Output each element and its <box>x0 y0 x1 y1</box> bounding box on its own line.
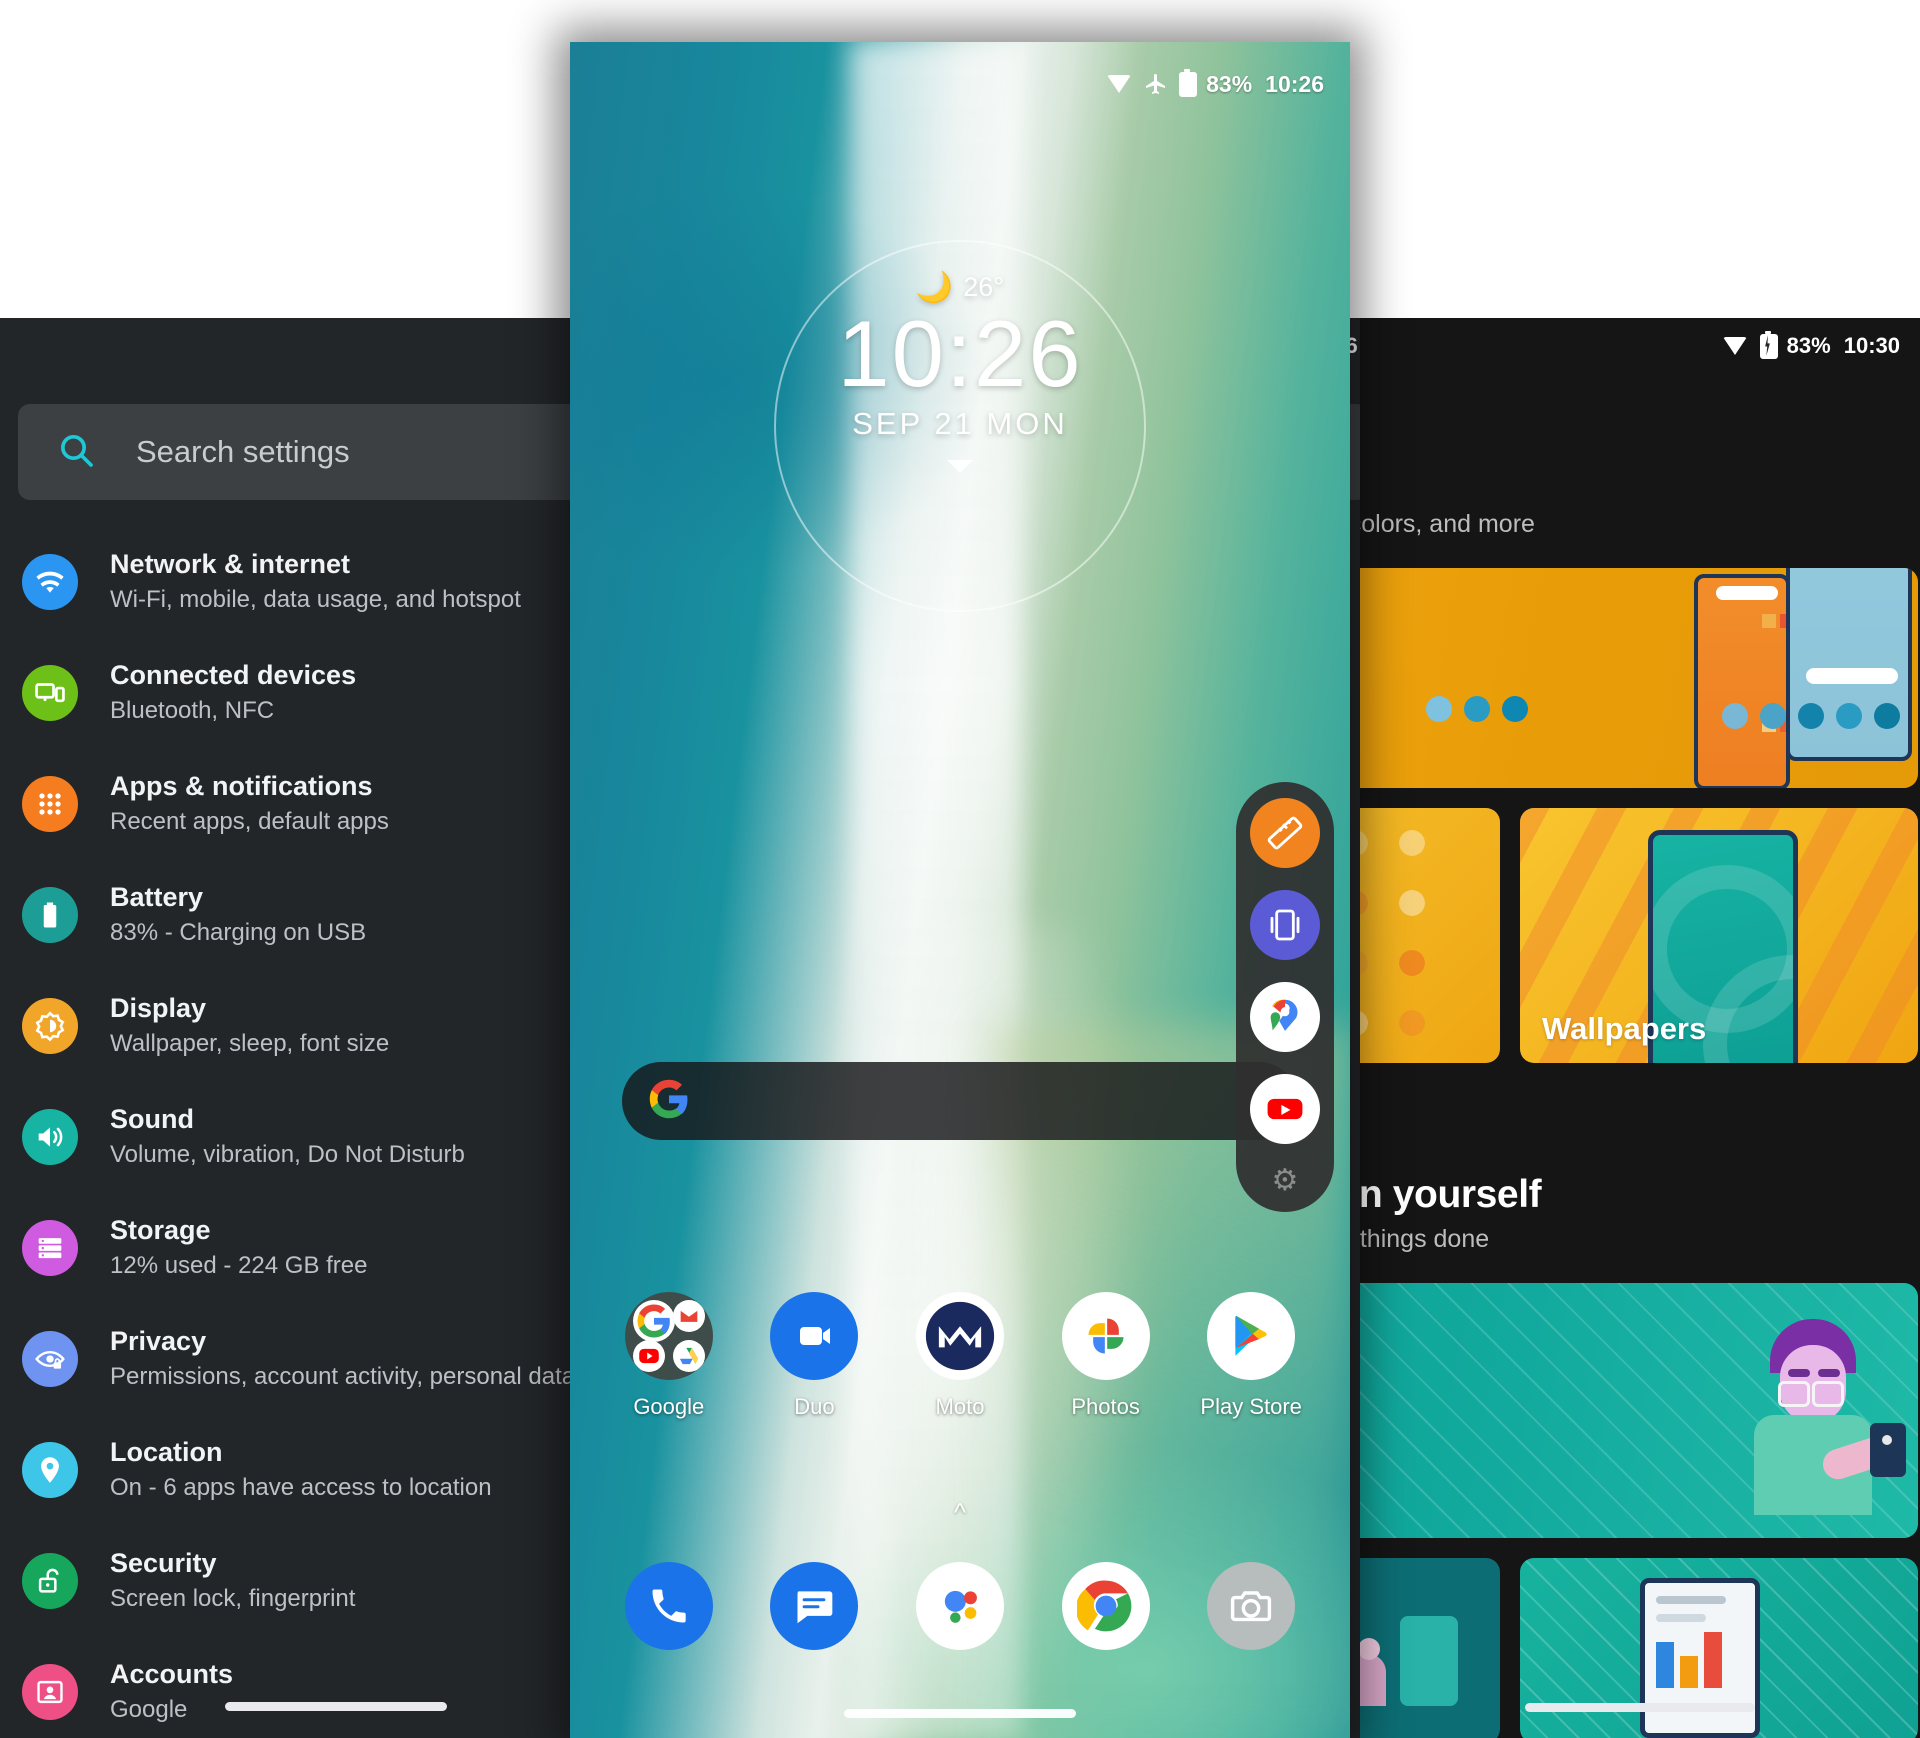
camera-icon[interactable] <box>1207 1562 1296 1650</box>
unlock-icon <box>22 1552 78 1609</box>
clock-widget[interactable]: 🌙 26° 10:26 SEP 21 MON <box>570 240 1350 622</box>
location-pin-icon <box>22 1441 78 1498</box>
moto-app-panel: 83% 10:30 Make it yours Choose custom fo… <box>1360 318 1920 1738</box>
ruler-icon[interactable] <box>1250 798 1320 868</box>
sidebar-item-sublabel: Permissions, account activity, personal … <box>110 1363 576 1391</box>
card-tile-night[interactable]: ☾ <box>1360 1558 1500 1738</box>
sidebar-item-sublabel: Volume, vibration, Do Not Disturb <box>110 1141 465 1169</box>
weather-row[interactable]: 🌙 26° <box>916 272 1004 303</box>
status-time: 10:30 <box>1843 333 1900 358</box>
apps-grid-icon <box>22 775 78 832</box>
sidebar-item-label: Accounts <box>110 1658 234 1689</box>
home-gesture-bar[interactable] <box>844 1709 1076 1718</box>
home-gesture-bar[interactable] <box>225 1702 447 1711</box>
status-battery-percent: 83% <box>1206 70 1253 97</box>
search-placeholder: Search settings <box>136 434 350 469</box>
google-g-icon <box>648 1078 690 1125</box>
status-time: 10:26 <box>1265 70 1324 97</box>
airplane-icon <box>1144 72 1168 96</box>
moon-icon: 🌙 <box>915 270 954 304</box>
devices-icon <box>22 664 78 721</box>
home-app-row: Google Duo Moto Photos Play Store <box>570 1292 1350 1420</box>
sidebar-item-sublabel: On - 6 apps have access to location <box>110 1474 492 1502</box>
sidebar-item-label: Sound <box>110 1103 194 1134</box>
home-dock-row <box>570 1562 1350 1650</box>
phone-status-bar: 83% 10:26 <box>570 66 1350 102</box>
phone-icon[interactable] <box>624 1562 713 1650</box>
phone-home-screen: 83% 10:26 🌙 26° 10:26 SEP 21 MON ⚙ Googl… <box>570 42 1350 1738</box>
sidebar-item-label: Storage <box>110 1214 211 1245</box>
storage-icon <box>22 1219 78 1276</box>
wifi-icon <box>1722 337 1748 355</box>
moto-section-make-it-yours: Make it yours Choose custom fonts, color… <box>1360 458 1920 539</box>
sidebar-item-label: Privacy <box>110 1325 207 1356</box>
sidebar-item-sublabel: Recent apps, default apps <box>110 808 389 836</box>
app-label: Moto <box>935 1394 985 1419</box>
google-search-bar[interactable] <box>622 1062 1298 1140</box>
chevron-down-icon[interactable] <box>947 459 973 473</box>
home-gesture-bar[interactable] <box>1525 1703 1755 1712</box>
section-subtitle: Choose custom fonts, colors, and more <box>1360 510 1535 538</box>
chrome-icon[interactable] <box>1061 1562 1150 1650</box>
app-label: Play Store <box>1200 1394 1302 1419</box>
battery-icon <box>22 886 78 943</box>
app-label: Google <box>633 1394 705 1419</box>
card-label: Wallpapers <box>1542 1011 1707 1046</box>
sidebar-item-sublabel: 83% - Charging on USB <box>110 919 367 947</box>
section-subtitle: Find better ways to get things done <box>1360 1225 1490 1253</box>
section-heading: Make it yours <box>1360 458 1920 502</box>
app-duo[interactable]: Duo <box>754 1292 874 1420</box>
moto-section-make-it-easy: Make it easy on yourself Find better way… <box>1360 1173 1920 1254</box>
sidebar-item-label: Connected devices <box>110 659 357 690</box>
search-icon <box>56 430 96 475</box>
sidebar-item-label: Location <box>110 1436 223 1467</box>
moto-status-bar: 83% 10:30 <box>1360 318 1920 374</box>
google-maps-icon[interactable] <box>1250 982 1320 1052</box>
section-heading: Make it easy on yourself <box>1360 1173 1542 1216</box>
clock-date: SEP 21 MON <box>852 405 1068 441</box>
card-moto-actions[interactable]: Moto Actions <box>1360 1283 1918 1538</box>
eye-lock-icon <box>22 1330 78 1387</box>
sidebar-item-sublabel: Wi-Fi, mobile, data usage, and hotspot <box>110 586 521 614</box>
gear-icon[interactable]: ⚙ <box>1272 1166 1299 1196</box>
color-dots-card <box>1426 696 1528 722</box>
battery-icon <box>1179 68 1198 97</box>
sidebar-item-label: Network & internet <box>110 548 351 579</box>
app-moto[interactable]: Moto <box>900 1292 1020 1420</box>
app-photos[interactable]: Photos <box>1046 1292 1166 1420</box>
sidebar-item-sublabel: 12% used - 224 GB free <box>110 1252 368 1280</box>
sidebar-item-sublabel: Screen lock, fingerprint <box>110 1585 356 1613</box>
card-styles[interactable]: Styles <box>1360 808 1500 1063</box>
youtube-icon[interactable] <box>1250 1074 1320 1144</box>
volume-icon <box>22 1108 78 1165</box>
account-icon <box>22 1663 78 1720</box>
screenshot-icon[interactable] <box>1250 890 1320 960</box>
app-google-folder[interactable]: Google <box>609 1292 729 1420</box>
app-drawer-caret-icon[interactable]: ^ <box>954 1497 966 1528</box>
app-label: Duo <box>794 1394 835 1419</box>
sidebar-item-label: Display <box>110 992 207 1023</box>
sidebar-item-sublabel: Wallpaper, sleep, font size <box>110 1030 390 1058</box>
card-wallpapers[interactable]: Wallpapers <box>1520 808 1918 1063</box>
card-personalize[interactable]: Personalize <box>1360 568 1918 788</box>
sidebar-item-label: Security <box>110 1547 217 1578</box>
sidebar-item-label: Battery <box>110 881 204 912</box>
moto-edge-side-panel[interactable]: ⚙ <box>1236 782 1334 1212</box>
sidebar-item-label: Apps & notifications <box>110 770 373 801</box>
sidebar-item-sublabel: Bluetooth, NFC <box>110 697 275 725</box>
google-assistant-icon[interactable] <box>915 1562 1004 1650</box>
app-label: Photos <box>1071 1394 1140 1419</box>
clock-time: 10:26 <box>837 301 1083 406</box>
app-play-store[interactable]: Play Store <box>1191 1292 1311 1420</box>
sidebar-item-sublabel: Google <box>110 1696 188 1724</box>
wifi-icon <box>22 553 78 610</box>
brightness-icon <box>22 997 78 1054</box>
weather-temperature: 26° <box>963 272 1005 302</box>
status-battery-percent: 83% <box>1786 333 1831 358</box>
messages-icon[interactable] <box>770 1562 859 1650</box>
battery-charging-icon <box>1759 330 1778 359</box>
color-dots-phone <box>1722 703 1900 729</box>
wifi-icon <box>1107 75 1132 93</box>
